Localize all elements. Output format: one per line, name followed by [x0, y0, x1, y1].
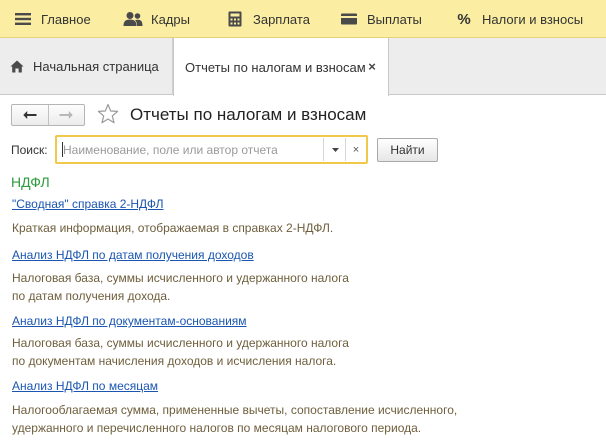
search-field: ×: [55, 135, 368, 164]
percent-icon: %: [457, 10, 471, 28]
report-description-line: Налогооблагаемая сумма, примененные выче…: [12, 403, 458, 417]
menu-icon: [13, 9, 33, 29]
arrow-right-icon: [59, 111, 73, 119]
report-description: Налоговая база, суммы исчисленного и уде…: [12, 269, 349, 305]
section-salary[interactable]: Зарплата: [225, 0, 310, 38]
section-label: Выплаты: [367, 11, 422, 27]
section-label: Зарплата: [253, 11, 310, 27]
report-description-line: по документам начисления доходов и исчис…: [12, 354, 337, 368]
clear-search-button[interactable]: ×: [345, 138, 366, 161]
report-description-line: по датам получения дохода.: [12, 289, 171, 303]
tab-label: Отчеты по налогам и взносам: [185, 59, 366, 75]
report-link[interactable]: Анализ НДФЛ по датам получения доходов: [12, 248, 254, 262]
section-main[interactable]: Главное: [13, 0, 91, 38]
report-link[interactable]: "Сводная" справка 2-НДФЛ: [12, 197, 164, 211]
tab-tax-reports[interactable]: Отчеты по налогам и взносам ×: [173, 38, 389, 96]
search-label: Поиск:: [11, 143, 48, 157]
section-payments[interactable]: Выплаты: [339, 0, 422, 38]
close-icon[interactable]: ×: [365, 59, 379, 74]
people-icon: [123, 9, 143, 29]
report-description-line: Налоговая база, суммы исчисленного и уде…: [12, 271, 349, 285]
find-button[interactable]: Найти: [377, 138, 438, 162]
sections-panel: Главное Кадры Зарплата Выплаты % Налоги …: [0, 0, 606, 38]
report-group-title: НДФЛ: [11, 174, 50, 190]
section-label: Налоги и взносы: [482, 11, 584, 27]
section-personnel[interactable]: Кадры: [123, 0, 190, 38]
tab-home[interactable]: Начальная страница: [0, 38, 173, 95]
tab-label: Начальная страница: [33, 59, 159, 74]
page-title: Отчеты по налогам и взносам: [130, 105, 367, 124]
arrow-left-icon: [23, 111, 37, 119]
section-label: Кадры: [151, 11, 190, 27]
report-description-line: Краткая информация, отображаемая в справ…: [12, 221, 334, 235]
text-cursor: [62, 142, 63, 157]
section-label: Главное: [41, 11, 91, 27]
report-description-line: удержанного и перечисленного налогов по …: [12, 421, 422, 435]
favorite-star-icon[interactable]: [97, 103, 119, 125]
report-description: Краткая информация, отображаемая в справ…: [12, 219, 333, 237]
report-link[interactable]: Анализ НДФЛ по месяцам: [12, 379, 158, 393]
search-input[interactable]: [61, 140, 325, 159]
back-button[interactable]: [12, 105, 48, 125]
report-description-line: Налоговая база, суммы исчисленного и уде…: [12, 336, 349, 350]
report-description: Налоговая база, суммы исчисленного и уде…: [12, 334, 349, 370]
report-description: Налогооблагаемая сумма, примененные выче…: [12, 401, 457, 437]
home-icon: [10, 60, 24, 73]
calculator-icon: [225, 9, 245, 29]
section-taxes[interactable]: % Налоги и взносы: [454, 0, 583, 38]
history-navigation: [11, 104, 85, 126]
search-history-dropdown[interactable]: [323, 138, 346, 161]
forward-button[interactable]: [47, 105, 85, 125]
report-link[interactable]: Анализ НДФЛ по документам-основаниям: [12, 314, 247, 328]
dropdown-arrow-icon: [331, 147, 339, 152]
wallet-icon: [339, 9, 359, 29]
open-windows-bar: Начальная страница Отчеты по налогам и в…: [0, 38, 606, 96]
